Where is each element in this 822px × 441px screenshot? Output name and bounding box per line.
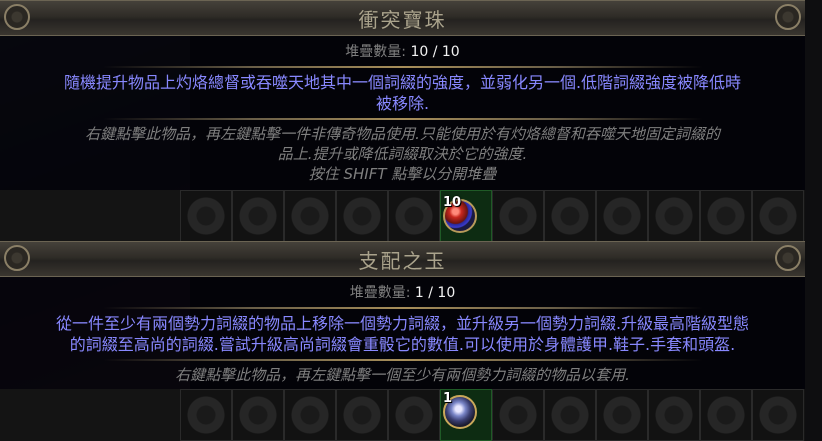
- stash-cell[interactable]: [492, 190, 544, 242]
- stash-cell[interactable]: [596, 389, 648, 441]
- separator: [102, 66, 703, 68]
- usage-text: 右鍵點擊此物品，再左鍵點擊一件非傳奇物品使用.只能使用於有灼烙總督和吞噬天地固定…: [85, 125, 720, 143]
- stash-cell[interactable]: [752, 190, 804, 242]
- ornament-icon: [4, 4, 30, 30]
- stack-size: 堆疊數量: 10 / 10: [10, 42, 795, 62]
- separator: [102, 359, 703, 361]
- stash-grid-row: [0, 190, 805, 242]
- item-name: 支配之玉: [358, 248, 447, 273]
- tooltip-body: 堆疊數量: 10 / 10 隨機提升物品上灼烙總督或吞噬天地其中一個詞綴的強度，…: [0, 36, 805, 188]
- stack-size-value: 1 / 10: [414, 285, 456, 301]
- usage-text: 右鍵點擊此物品，再左鍵點擊一個至少有兩個勢力詞綴的物品以套用.: [175, 366, 630, 384]
- tooltip-header: 支配之玉: [0, 241, 805, 277]
- stash-cell[interactable]: [648, 389, 700, 441]
- stash-cell[interactable]: [544, 190, 596, 242]
- stash-cell[interactable]: [544, 389, 596, 441]
- stack-size-label: 堆疊數量:: [349, 285, 411, 301]
- stash-cell[interactable]: [700, 190, 752, 242]
- stash-cell[interactable]: [700, 389, 752, 441]
- orb-of-conflict-item[interactable]: 10: [441, 195, 479, 235]
- tooltip-body: 堆疊數量: 1 / 10 從一件至少有兩個勢力詞綴的物品上移除一個勢力詞綴，並升…: [0, 277, 805, 389]
- separator: [102, 118, 703, 120]
- stash-cell[interactable]: [180, 190, 232, 242]
- stash-cell[interactable]: [232, 190, 284, 242]
- ornament-icon: [4, 245, 30, 271]
- item-name: 衝突寶珠: [358, 7, 447, 32]
- stash-cell[interactable]: [492, 389, 544, 441]
- stash-cell[interactable]: [596, 190, 648, 242]
- usage-text: 品上.提升或降低詞綴取決於它的強度.: [277, 145, 528, 163]
- split-stack-hint: 按住 SHIFT 點擊以分開堆疊: [308, 165, 497, 183]
- item-tooltip: 衝突寶珠 堆疊數量: 10 / 10 隨機提升物品上灼烙總督或吞噬天地其中一個詞…: [0, 0, 805, 190]
- stash-cell[interactable]: [752, 389, 804, 441]
- stash-cell[interactable]: [336, 190, 388, 242]
- explicit-mod: 的詞綴至高尚的詞綴.嘗試升級高尚詞綴會重骰它的數值.可以使用於身體護甲.鞋子.手…: [69, 335, 736, 354]
- explicit-mod: 被移除.: [375, 94, 430, 113]
- orb-of-dominance-item[interactable]: 1: [441, 391, 479, 431]
- stash-cell[interactable]: [336, 389, 388, 441]
- ornament-icon: [775, 245, 801, 271]
- stash-cell[interactable]: [180, 389, 232, 441]
- panel-edge: [802, 0, 822, 441]
- ornament-icon: [775, 4, 801, 30]
- stack-size-value: 10 / 10: [410, 44, 460, 60]
- stash-cell[interactable]: [284, 389, 336, 441]
- stack-size: 堆疊數量: 1 / 10: [10, 283, 795, 303]
- stack-count: 1: [443, 391, 453, 406]
- stash-cell[interactable]: [388, 389, 440, 441]
- explicit-mod: 隨機提升物品上灼烙總督或吞噬天地其中一個詞綴的強度，並弱化另一個.低階詞綴強度被…: [63, 73, 742, 92]
- item-tooltip: 支配之玉 堆疊數量: 1 / 10 從一件至少有兩個勢力詞綴的物品上移除一個勢力…: [0, 241, 805, 389]
- stash-grid-row: [0, 389, 805, 441]
- stash-cell[interactable]: [284, 190, 336, 242]
- stack-count: 10: [443, 195, 462, 210]
- stack-size-label: 堆疊數量:: [345, 44, 406, 60]
- stash-cell[interactable]: [388, 190, 440, 242]
- stash-cell[interactable]: [232, 389, 284, 441]
- separator: [102, 307, 703, 309]
- stash-cell[interactable]: [648, 190, 700, 242]
- tooltip-header: 衝突寶珠: [0, 0, 805, 36]
- explicit-mod: 從一件至少有兩個勢力詞綴的物品上移除一個勢力詞綴，並升級另一個勢力詞綴.升級最高…: [55, 314, 750, 333]
